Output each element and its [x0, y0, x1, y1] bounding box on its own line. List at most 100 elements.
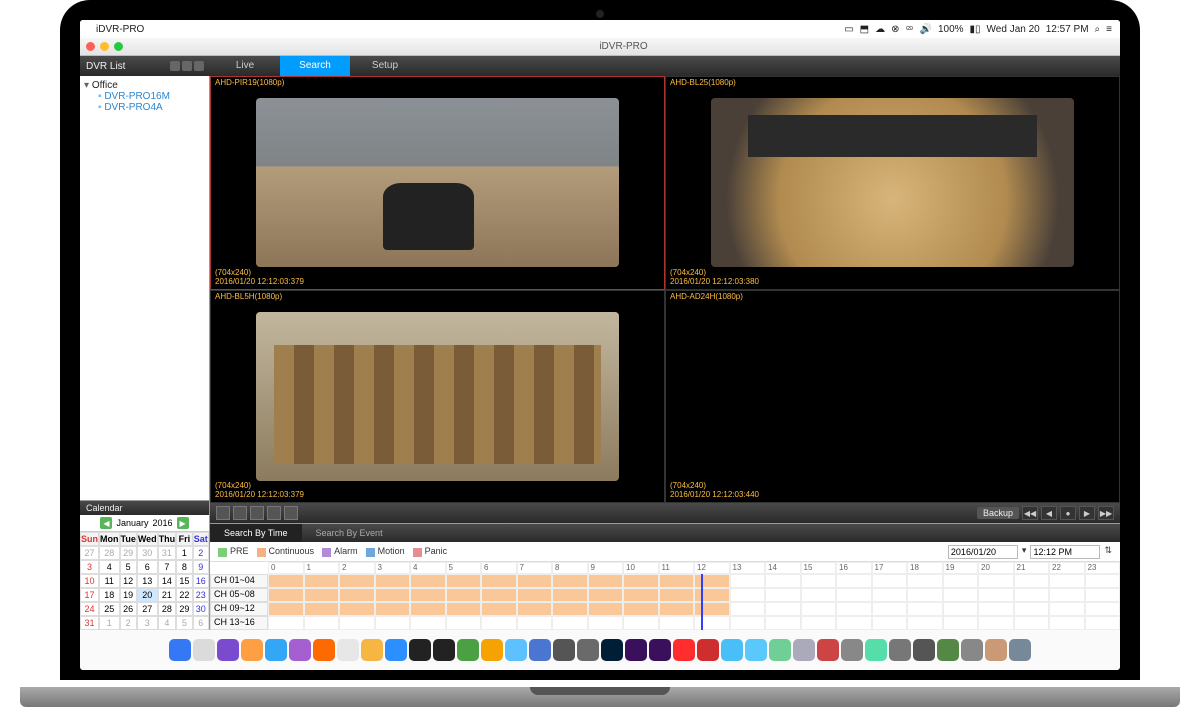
step-fwd-button[interactable]: ▶ — [1079, 506, 1095, 520]
stepper-icon[interactable]: ⇅ — [1104, 545, 1112, 559]
cal-day[interactable]: 28 — [99, 546, 120, 560]
layout-2x2-icon[interactable] — [233, 506, 247, 520]
dock-app-icon[interactable] — [337, 639, 359, 661]
tab-setup[interactable]: Setup — [350, 56, 420, 76]
layout-mix-icon[interactable] — [284, 506, 298, 520]
cal-prev-icon[interactable]: ◀ — [100, 517, 112, 529]
dvr-add-icon[interactable] — [170, 61, 180, 71]
dock-app-icon[interactable] — [529, 639, 551, 661]
cal-day[interactable]: 14 — [158, 574, 177, 588]
cal-day[interactable]: 29 — [176, 602, 192, 616]
dock-app-icon[interactable] — [289, 639, 311, 661]
time-input[interactable] — [1030, 545, 1100, 559]
cal-day[interactable]: 22 — [176, 588, 192, 602]
dock-app-icon[interactable] — [433, 639, 455, 661]
cal-day[interactable]: 28 — [158, 602, 177, 616]
cal-day[interactable]: 12 — [120, 574, 137, 588]
dock-app-icon[interactable] — [601, 639, 623, 661]
date-input[interactable] — [948, 545, 1018, 559]
cal-day[interactable]: 6 — [137, 560, 158, 574]
tree-item-dvr2[interactable]: DVR-PRO4A — [84, 102, 205, 113]
cal-day[interactable]: 26 — [120, 602, 137, 616]
dock-app-icon[interactable] — [889, 639, 911, 661]
layout-1x1-icon[interactable] — [216, 506, 230, 520]
cal-day[interactable]: 2 — [120, 616, 137, 630]
cal-day[interactable]: 3 — [80, 560, 99, 574]
cal-day[interactable]: 4 — [158, 616, 177, 630]
timeline-row[interactable] — [268, 602, 1120, 616]
minimize-icon[interactable] — [100, 42, 109, 51]
dock-app-icon[interactable] — [553, 639, 575, 661]
cal-day[interactable]: 31 — [158, 546, 177, 560]
cal-day[interactable]: 31 — [80, 616, 99, 630]
dock-app-icon[interactable] — [193, 639, 215, 661]
battery-icon[interactable]: ▮▯ — [970, 24, 981, 35]
dvr-remove-icon[interactable] — [194, 61, 204, 71]
rewind-button[interactable]: ◀◀ — [1022, 506, 1038, 520]
cal-day[interactable]: 30 — [137, 546, 158, 560]
close-icon[interactable] — [86, 42, 95, 51]
cal-day[interactable]: 6 — [193, 616, 209, 630]
dock-app-icon[interactable] — [817, 639, 839, 661]
layout-3x3-icon[interactable] — [250, 506, 264, 520]
zoom-icon[interactable] — [114, 42, 123, 51]
dvr-reload-icon[interactable] — [182, 61, 192, 71]
display-icon[interactable]: ▭ — [844, 24, 853, 35]
dock-app-icon[interactable] — [913, 639, 935, 661]
wifi-icon[interactable]: ⮹ — [906, 24, 914, 35]
menu-extras-icon[interactable]: ≡ — [1106, 24, 1112, 35]
cloud-icon[interactable]: ☁ — [875, 24, 885, 35]
cal-day[interactable]: 20 — [137, 588, 158, 602]
search-by-time-tab[interactable]: Search By Time — [210, 524, 302, 542]
dock-app-icon[interactable] — [793, 639, 815, 661]
play-button[interactable]: ● — [1060, 506, 1076, 520]
cal-day[interactable]: 27 — [80, 546, 99, 560]
dock-app-icon[interactable] — [457, 639, 479, 661]
cal-day[interactable]: 21 — [158, 588, 177, 602]
cal-day[interactable]: 15 — [176, 574, 192, 588]
dock-app-icon[interactable] — [481, 639, 503, 661]
cal-day[interactable]: 13 — [137, 574, 158, 588]
camera-view-2[interactable]: AHD-BL25(1080p) (704x240)2016/01/20 12:1… — [665, 76, 1120, 290]
dock-app-icon[interactable] — [409, 639, 431, 661]
fast-fwd-button[interactable]: ▶▶ — [1098, 506, 1114, 520]
status-icon[interactable]: ⊗ — [891, 24, 899, 35]
cal-day[interactable]: 16 — [193, 574, 209, 588]
cal-day[interactable]: 27 — [137, 602, 158, 616]
cal-day[interactable]: 18 — [99, 588, 120, 602]
dock-app-icon[interactable] — [961, 639, 983, 661]
menu-date[interactable]: Wed Jan 20 — [987, 24, 1040, 35]
cal-day[interactable]: 8 — [176, 560, 192, 574]
tab-search[interactable]: Search — [280, 56, 350, 76]
cal-day[interactable]: 5 — [120, 560, 137, 574]
dock-app-icon[interactable] — [721, 639, 743, 661]
dock-app-icon[interactable] — [697, 639, 719, 661]
dock-app-icon[interactable] — [985, 639, 1007, 661]
cal-day[interactable]: 3 — [137, 616, 158, 630]
cal-day[interactable]: 10 — [80, 574, 99, 588]
cal-day[interactable]: 5 — [176, 616, 192, 630]
cal-day[interactable]: 4 — [99, 560, 120, 574]
camera-view-1[interactable]: AHD-PIR19(1080p) (704x240)2016/01/20 12:… — [210, 76, 665, 290]
app-menu[interactable]: iDVR-PRO — [96, 24, 144, 35]
dock-app-icon[interactable] — [361, 639, 383, 661]
cal-day[interactable]: 29 — [120, 546, 137, 560]
cal-day[interactable]: 24 — [80, 602, 99, 616]
camera-view-3[interactable]: AHD-BL5H(1080p) (704x240)2016/01/20 12:1… — [210, 290, 665, 504]
cal-day[interactable]: 2 — [193, 546, 209, 560]
menu-time[interactable]: 12:57 PM — [1046, 24, 1089, 35]
dock-app-icon[interactable] — [265, 639, 287, 661]
cal-day[interactable]: 1 — [99, 616, 120, 630]
search-by-event-tab[interactable]: Search By Event — [302, 524, 397, 542]
dock-app-icon[interactable] — [745, 639, 767, 661]
dock-app-icon[interactable] — [169, 639, 191, 661]
timeline-row[interactable] — [268, 588, 1120, 602]
cal-day[interactable]: 11 — [99, 574, 120, 588]
dock-app-icon[interactable] — [505, 639, 527, 661]
tree-item-dvr1[interactable]: DVR-PRO16M — [84, 91, 205, 102]
cal-day[interactable]: 19 — [120, 588, 137, 602]
dock-app-icon[interactable] — [673, 639, 695, 661]
tab-live[interactable]: Live — [210, 56, 280, 76]
dock-app-icon[interactable] — [1009, 639, 1031, 661]
timeline-cursor[interactable] — [701, 574, 703, 630]
